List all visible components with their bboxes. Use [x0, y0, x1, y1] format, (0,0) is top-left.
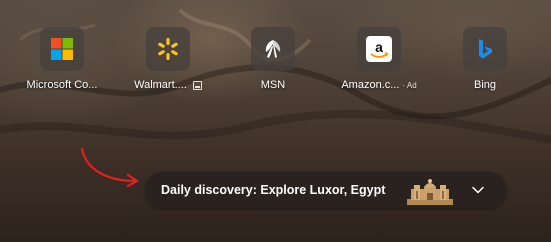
tile-walmart-label-row: Walmart.... [113, 79, 223, 91]
tile-microsoft[interactable]: Microsoft Co... [7, 27, 117, 97]
red-arrow-icon [80, 147, 139, 188]
chevron-down-icon[interactable] [471, 183, 485, 197]
tile-bing[interactable]: Bing [430, 27, 540, 97]
tile-msn-label-row: MSN [218, 79, 328, 91]
daily-discovery-pill[interactable]: Daily discovery: Explore Luxor, Egypt [145, 172, 506, 208]
tile-label: Bing [473, 79, 497, 91]
luxor-temple-thumbnail [407, 179, 453, 205]
ad-label: · Ad [402, 80, 417, 90]
tile-label: Microsoft Co... [26, 79, 98, 91]
tile-label: Walmart.... [134, 79, 187, 91]
microsoft-logo-icon [51, 38, 73, 60]
tile-amazon-label-row: Amazon.c... · Ad [324, 79, 434, 91]
tile-msn[interactable]: MSN [218, 27, 328, 97]
pinned-icon [192, 80, 202, 90]
walmart-spark-icon [158, 38, 178, 60]
tile-amazon-icon-box: a [357, 27, 401, 71]
tile-walmart[interactable]: Walmart.... [113, 27, 223, 97]
bing-logo-icon [479, 39, 492, 59]
tile-msn-icon-box [251, 27, 295, 71]
tile-microsoft-icon-box [40, 27, 84, 71]
top-sites: Microsoft Co... Walmart.... MSN a Amazon… [0, 27, 551, 97]
tile-label: MSN [260, 79, 286, 91]
amazon-logo-icon: a [366, 36, 392, 62]
tile-amazon[interactable]: a Amazon.c... · Ad [324, 27, 434, 97]
tile-walmart-icon-box [146, 27, 190, 71]
svg-text:a: a [375, 39, 383, 55]
tile-bing-icon-box [463, 27, 507, 71]
msn-butterfly-icon [265, 40, 281, 58]
tile-label: Amazon.c... [341, 79, 400, 91]
tile-bing-label-row: Bing [430, 79, 540, 91]
tile-microsoft-label-row: Microsoft Co... [7, 79, 117, 91]
daily-discovery-text: Daily discovery: Explore Luxor, Egypt [161, 183, 386, 197]
